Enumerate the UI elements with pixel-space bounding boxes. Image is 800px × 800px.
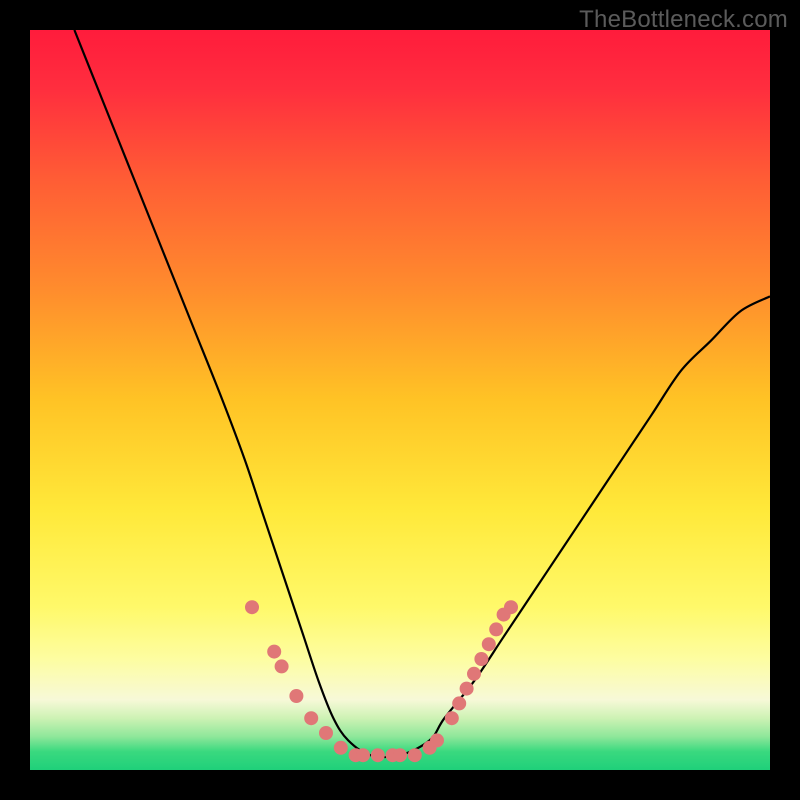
bottleneck-chart [0, 0, 800, 800]
data-marker [319, 726, 333, 740]
data-marker [504, 600, 518, 614]
data-marker [445, 711, 459, 725]
data-marker [289, 689, 303, 703]
data-marker [245, 600, 259, 614]
data-marker [393, 748, 407, 762]
data-marker [430, 733, 444, 747]
data-marker [489, 622, 503, 636]
data-marker [371, 748, 385, 762]
plot-background [30, 30, 770, 770]
watermark-label: TheBottleneck.com [579, 6, 788, 34]
data-marker [474, 652, 488, 666]
chart-stage: TheBottleneck.com [0, 0, 800, 800]
data-marker [482, 637, 496, 651]
data-marker [460, 682, 474, 696]
data-marker [334, 741, 348, 755]
data-marker [356, 748, 370, 762]
data-marker [467, 667, 481, 681]
data-marker [408, 748, 422, 762]
data-marker [304, 711, 318, 725]
data-marker [267, 645, 281, 659]
data-marker [275, 659, 289, 673]
data-marker [452, 696, 466, 710]
